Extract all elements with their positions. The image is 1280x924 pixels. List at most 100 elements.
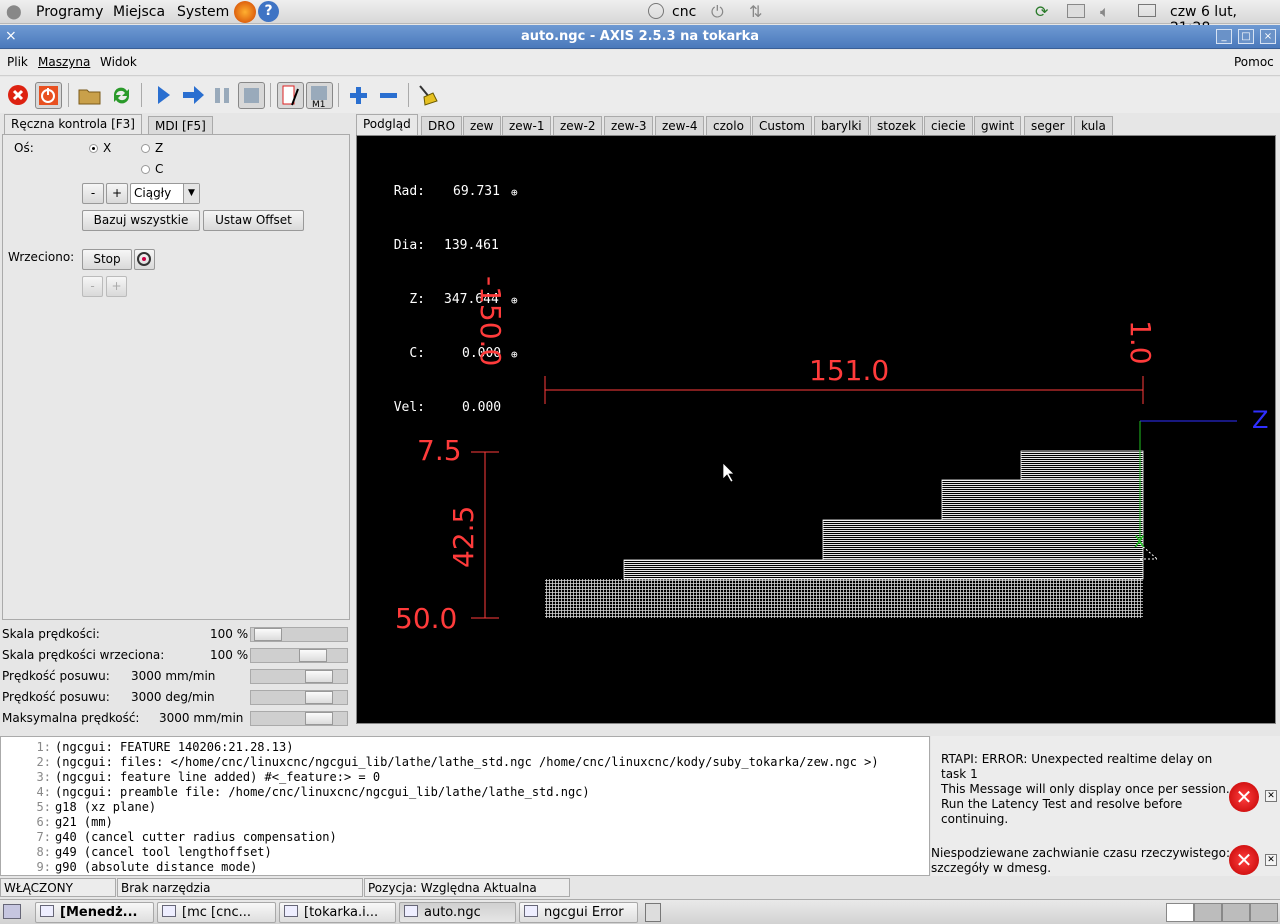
menu-miejsca[interactable]: Miejsca bbox=[113, 4, 165, 20]
workspace-3[interactable] bbox=[1222, 903, 1250, 922]
gcode-line[interactable]: 3: (ngcgui: feature line added) #<_featur… bbox=[9, 770, 381, 784]
gcode-line[interactable]: 8: g49 (cancel tool lengthoffset) bbox=[9, 845, 272, 859]
tab-custom[interactable]: Custom bbox=[752, 116, 812, 136]
tab-zew-2[interactable]: zew-2 bbox=[553, 116, 603, 136]
gcode-line[interactable]: 7: g40 (cancel cutter radius compensation… bbox=[9, 830, 337, 844]
task-ngcgui-error[interactable]: ngcgui Error bbox=[519, 902, 638, 923]
slider-handle[interactable] bbox=[254, 628, 282, 641]
spindle-brake-icon[interactable] bbox=[134, 249, 155, 270]
task-terminal[interactable]: [mc [cnc... bbox=[157, 902, 276, 923]
tab-zew-4[interactable]: zew-4 bbox=[655, 116, 705, 136]
gcode-line[interactable]: 2: (ngcgui: files: </home/cnc/linuxcnc/ng… bbox=[9, 755, 879, 769]
menu-pomoc[interactable]: Pomoc bbox=[1234, 55, 1274, 69]
tab-kula[interactable]: kula bbox=[1074, 116, 1113, 136]
menu-plik[interactable]: Plik bbox=[7, 55, 28, 69]
stop-icon[interactable] bbox=[238, 82, 265, 109]
set-offset-button[interactable]: Ustaw Offset bbox=[203, 210, 304, 231]
spindle-faster-button[interactable]: + bbox=[106, 276, 127, 297]
toolpath-svg bbox=[471, 376, 1237, 619]
workspace-2[interactable] bbox=[1194, 903, 1222, 922]
gcode-listing[interactable]: 1: (ngcgui: FEATURE 140206:21.28.13) 2: (n… bbox=[0, 736, 930, 876]
jog-minus-button[interactable]: - bbox=[82, 183, 104, 204]
tab-czolo[interactable]: czolo bbox=[706, 116, 751, 136]
jog-mode-select[interactable]: Ciągły ▼ bbox=[130, 183, 200, 204]
menu-widok[interactable]: Widok bbox=[100, 55, 137, 69]
workspace-1[interactable] bbox=[1166, 903, 1194, 922]
mail-icon[interactable] bbox=[1138, 4, 1156, 17]
gcode-line[interactable]: 1: (ngcgui: FEATURE 140206:21.28.13) bbox=[9, 740, 294, 754]
tab-mdi[interactable]: MDI [F5] bbox=[148, 116, 213, 136]
gnome-foot-icon[interactable]: ⬤ bbox=[6, 4, 22, 20]
tab-barylki[interactable]: barylki bbox=[814, 116, 869, 136]
tab-seger[interactable]: seger bbox=[1024, 116, 1072, 136]
workspace-4[interactable] bbox=[1250, 903, 1278, 922]
task-editor[interactable]: [tokarka.i... bbox=[279, 902, 396, 923]
preview-canvas[interactable]: Rad: 69.731 ⊕ Dia: 139.461 Z: 347.644 ⊕ C: 0.0… bbox=[356, 135, 1276, 724]
axis-radio-c[interactable]: C bbox=[141, 162, 163, 176]
power-icon[interactable]: ⏻ bbox=[711, 2, 724, 22]
network-icon[interactable]: ⇅ bbox=[749, 2, 762, 21]
spindle-slower-button[interactable]: - bbox=[82, 276, 103, 297]
jog-speed-slider[interactable] bbox=[250, 669, 348, 684]
reload-icon[interactable] bbox=[108, 82, 135, 109]
axis-radio-z[interactable]: Z bbox=[141, 141, 163, 155]
close-window-button[interactable]: × bbox=[1260, 29, 1276, 44]
window-titlebar[interactable]: ⨯ auto.ngc - AXIS 2.5.3 na tokarka _ □ × bbox=[0, 25, 1280, 49]
tab-stozek[interactable]: stozek bbox=[870, 116, 923, 136]
gcode-line[interactable]: 9: g90 (absolute distance mode) bbox=[9, 860, 258, 874]
dismiss-message-button[interactable]: ✕ bbox=[1265, 790, 1277, 802]
tab-zew[interactable]: zew bbox=[463, 116, 501, 136]
optional-stop-icon[interactable]: M1 bbox=[306, 82, 333, 110]
tab-dro[interactable]: DRO bbox=[421, 116, 463, 136]
block-delete-icon[interactable] bbox=[277, 82, 304, 109]
trash-icon[interactable] bbox=[645, 903, 661, 922]
home-all-button[interactable]: Bazuj wszystkie bbox=[82, 210, 200, 231]
x-end-label: 1.0 bbox=[1124, 320, 1157, 365]
tab-gwint[interactable]: gwint bbox=[974, 116, 1022, 136]
maximize-button[interactable]: □ bbox=[1238, 29, 1254, 44]
tab-podglad[interactable]: Podgląd bbox=[356, 114, 418, 135]
slider-handle[interactable] bbox=[305, 670, 333, 683]
tab-zew-1[interactable]: zew-1 bbox=[502, 116, 552, 136]
angular-jog-speed-slider[interactable] bbox=[250, 690, 348, 705]
minimize-button[interactable]: _ bbox=[1216, 29, 1232, 44]
firefox-icon[interactable] bbox=[234, 1, 256, 23]
clear-plot-icon[interactable] bbox=[415, 82, 442, 109]
slider-handle[interactable] bbox=[305, 712, 333, 725]
menu-maszyna[interactable]: Maszyna bbox=[38, 55, 90, 69]
slider-handle[interactable] bbox=[305, 691, 333, 704]
tab-ciecie[interactable]: ciecie bbox=[924, 116, 973, 136]
gcode-line[interactable]: 4: (ngcgui: preamble file: /home/cnc/linu… bbox=[9, 785, 590, 799]
update-icon[interactable]: ⟳ bbox=[1035, 2, 1048, 21]
display-icon[interactable] bbox=[1067, 4, 1085, 18]
gcode-line[interactable]: 6: g21 (mm) bbox=[9, 815, 113, 829]
open-file-icon[interactable] bbox=[76, 82, 103, 109]
menu-system[interactable]: System bbox=[177, 4, 229, 20]
tab-manual-control[interactable]: Ręczna kontrola [F3] bbox=[4, 114, 142, 135]
gcode-line[interactable]: 5: g18 (xz plane) bbox=[9, 800, 157, 814]
feed-override-slider[interactable] bbox=[250, 627, 348, 642]
axis-radio-x[interactable]: X bbox=[89, 141, 111, 155]
menu-programy[interactable]: Programy bbox=[36, 4, 103, 20]
machine-power-button[interactable] bbox=[35, 82, 62, 109]
zoom-in-icon[interactable] bbox=[345, 82, 372, 109]
tab-zew-3[interactable]: zew-3 bbox=[604, 116, 654, 136]
volume-icon[interactable]: 🔈︎ bbox=[1100, 2, 1110, 22]
help-icon[interactable]: ? bbox=[258, 1, 279, 22]
task-axis[interactable]: auto.ngc bbox=[399, 902, 516, 923]
zoom-out-icon[interactable] bbox=[375, 82, 402, 109]
show-desktop-icon[interactable] bbox=[3, 904, 21, 919]
dismiss-message-button[interactable]: ✕ bbox=[1265, 854, 1277, 866]
workspace-switcher[interactable] bbox=[1166, 903, 1278, 922]
slider-handle[interactable] bbox=[299, 649, 327, 662]
jog-plus-button[interactable]: + bbox=[106, 183, 128, 204]
spindle-override-slider[interactable] bbox=[250, 648, 348, 663]
estop-button[interactable] bbox=[5, 82, 32, 109]
task-file-manager[interactable]: [Menedż... bbox=[35, 902, 154, 923]
step-icon[interactable] bbox=[180, 82, 207, 109]
pause-icon[interactable] bbox=[209, 82, 236, 109]
run-icon[interactable] bbox=[150, 82, 177, 109]
spindle-stop-button[interactable]: Stop bbox=[82, 249, 132, 270]
window-icon bbox=[404, 905, 418, 917]
max-velocity-slider[interactable] bbox=[250, 711, 348, 726]
